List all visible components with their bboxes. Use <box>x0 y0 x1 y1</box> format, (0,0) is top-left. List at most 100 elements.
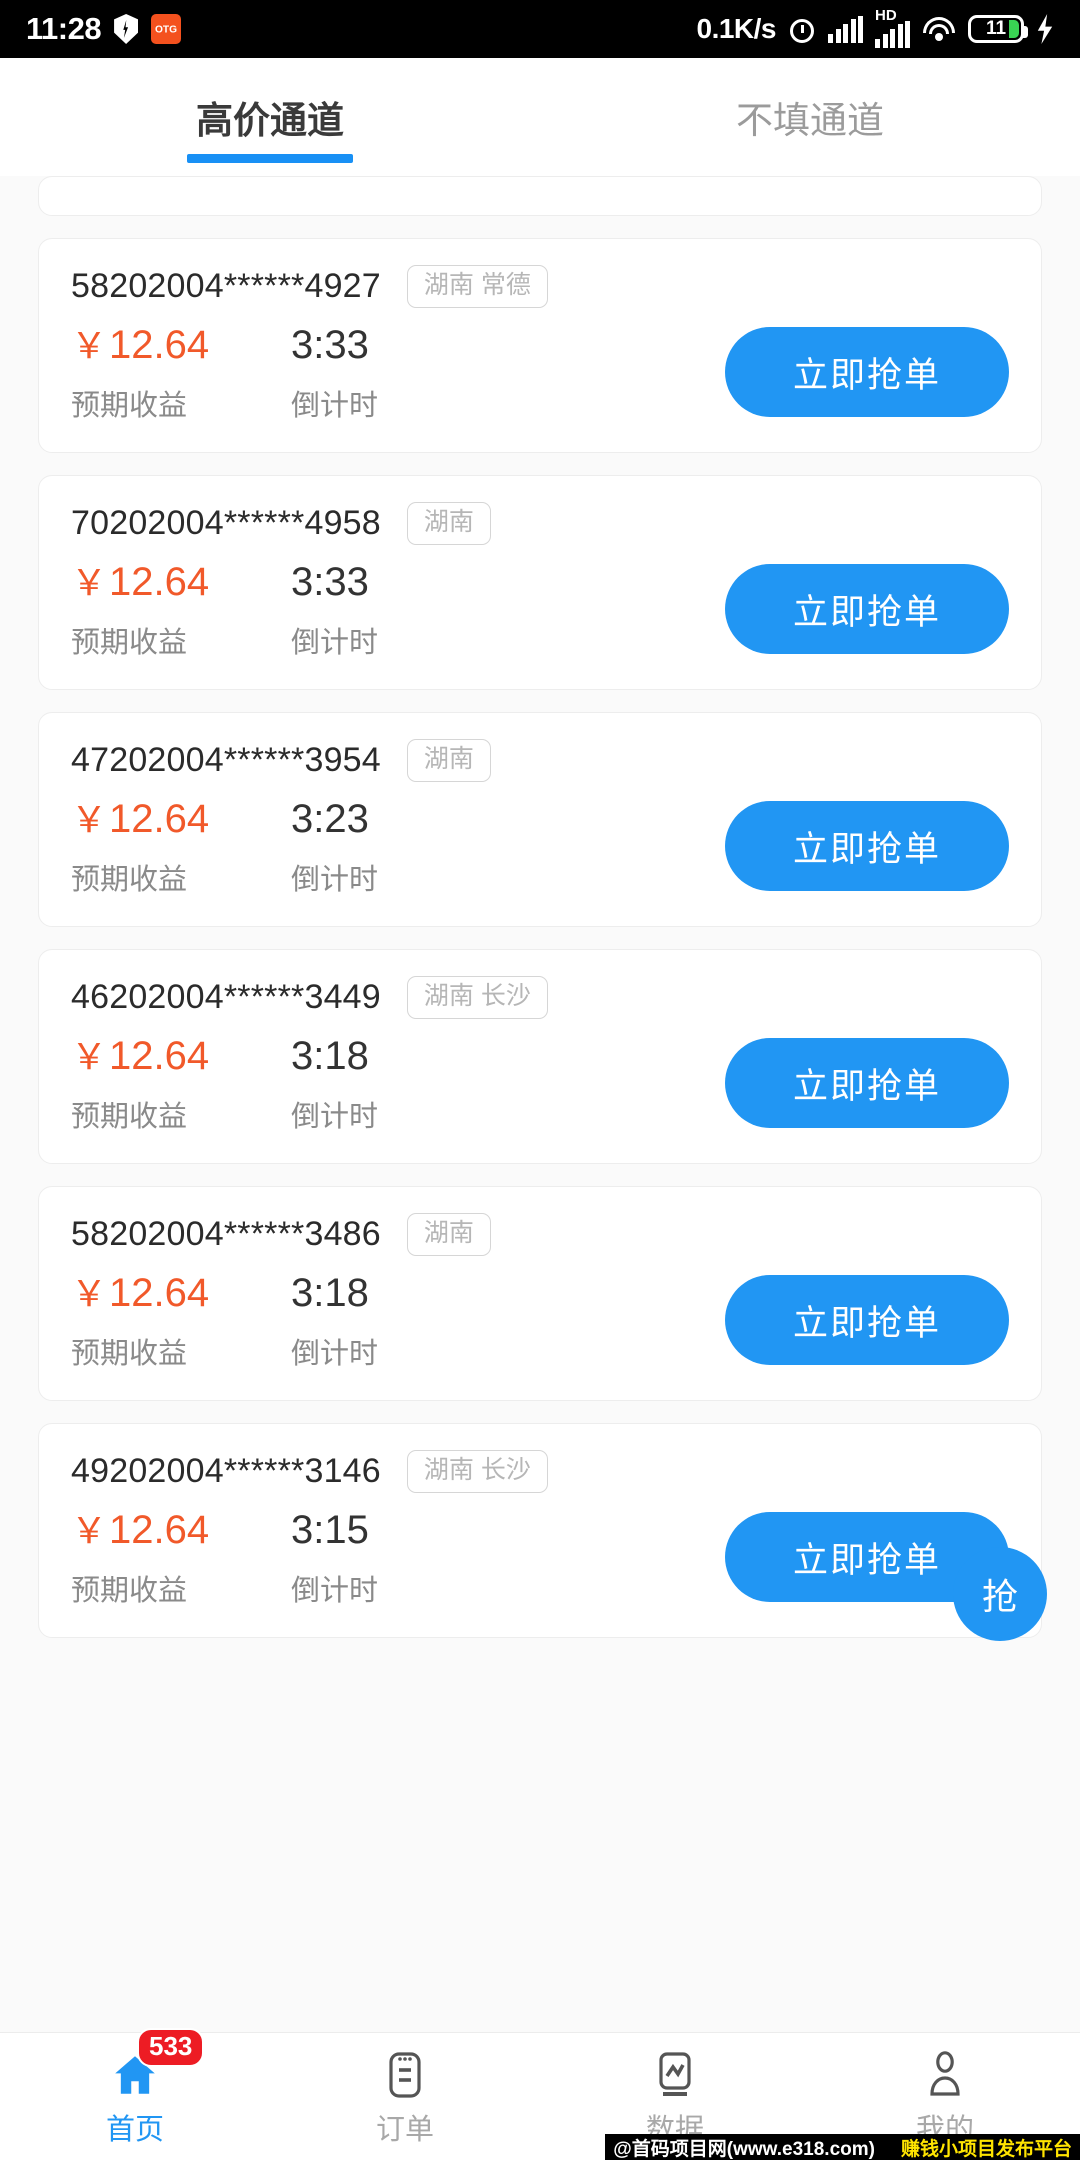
order-card-header: 58202004******3486 湖南 <box>71 1213 1009 1256</box>
currency-symbol: ￥ <box>71 1036 108 1077</box>
expected-earnings-value: ￥12.64 <box>71 320 291 370</box>
countdown-label: 倒计时 <box>291 1575 379 1607</box>
order-number: 58202004******3486 <box>71 1215 381 1253</box>
nav-label: 首页 <box>105 2113 164 2146</box>
expected-earnings-value: ￥12.64 <box>71 794 291 844</box>
countdown-column: 3:23 倒计时 <box>291 794 541 898</box>
countdown-column: 3:18 倒计时 <box>291 1031 541 1135</box>
price-amount: 12.64 <box>109 1508 210 1552</box>
countdown-label: 倒计时 <box>291 1338 379 1370</box>
tab-high-price-channel[interactable]: 高价通道 <box>0 58 540 176</box>
grab-order-button[interactable]: 立即抢单 <box>725 327 1009 417</box>
channel-tabs: 高价通道 不填通道 <box>0 58 1080 176</box>
order-card-header: 70202004******4958 湖南 <box>71 502 1009 545</box>
region-badge: 湖南 长沙 <box>406 1450 548 1493</box>
order-number: 58202004******4927 <box>71 267 381 305</box>
status-bar: 11:28 OTG 0.1K/s HD 11 <box>0 0 1080 58</box>
countdown-column: 3:33 倒计时 <box>291 557 541 661</box>
earnings-column: ￥12.64 预期收益 <box>71 794 291 898</box>
watermark-slogan: 赚钱小项目发布平台 <box>900 2138 1072 2160</box>
grab-order-button[interactable]: 立即抢单 <box>725 1275 1009 1365</box>
battery-icon: 11 <box>968 15 1028 43</box>
order-card-header: 49202004******3146 湖南 长沙 <box>71 1450 1009 1493</box>
price-amount: 12.64 <box>109 323 210 367</box>
expected-earnings-label: 预期收益 <box>71 864 188 896</box>
expected-earnings-value: ￥12.64 <box>71 1268 291 1318</box>
expected-earnings-label: 预期收益 <box>71 627 188 659</box>
order-card[interactable]: 49202004******3146 湖南 长沙 ￥12.64 预期收益 3:15 倒计时… <box>38 1423 1047 1641</box>
order-number: 47202004******3954 <box>71 741 381 779</box>
countdown-value: 3:18 <box>291 1271 369 1315</box>
countdown-value: 3:33 <box>291 323 369 367</box>
expected-earnings-label: 预期收益 <box>71 1338 188 1370</box>
signal-icon <box>828 15 863 43</box>
grab-order-button[interactable]: 立即抢单 <box>725 801 1009 891</box>
countdown-value: 3:18 <box>291 1034 369 1078</box>
earnings-column: ￥12.64 预期收益 <box>71 1505 291 1609</box>
grab-order-button[interactable]: 立即抢单 <box>725 1038 1009 1128</box>
nav-item-profile[interactable]: 我的 <box>810 2046 1080 2148</box>
order-card[interactable]: 70202004******4958 湖南 ￥12.64 预期收益 3:33 倒计时 立即抢… <box>38 475 1042 690</box>
wifi-icon <box>922 16 956 42</box>
charging-bolt-icon <box>1037 14 1053 44</box>
otg-icon: OTG <box>151 14 182 44</box>
region-badge: 湖南 长沙 <box>406 976 548 1019</box>
order-icon <box>381 2046 429 2100</box>
region-badge: 湖南 <box>406 1213 491 1256</box>
signal-hd-icon: HD <box>875 6 910 48</box>
currency-symbol: ￥ <box>71 562 108 603</box>
order-card[interactable]: 46202004******3449 湖南 长沙 ￥12.64 预期收益 3:18 倒计时… <box>38 949 1042 1164</box>
order-list[interactable]: 58202004******4927 湖南 常德 ￥12.64 预期收益 3:33 倒计时… <box>0 176 1080 2032</box>
order-card-header: 47202004******3954 湖南 <box>71 739 1009 782</box>
watermark: @首码项目网(www.e318.com) 赚钱小项目发布平台 <box>605 2134 1080 2160</box>
order-card-body: ￥12.64 预期收益 3:18 倒计时 立即抢单 <box>71 1031 1009 1135</box>
floating-grab-button[interactable]: 抢 <box>953 1547 1047 1641</box>
nav-item-home[interactable]: 533 首页 <box>0 2027 270 2148</box>
order-card[interactable]: 58202004******3486 湖南 ￥12.64 预期收益 3:18 倒计时 立即抢… <box>38 1186 1042 1401</box>
order-card-body: ￥12.64 预期收益 3:33 倒计时 立即抢单 <box>71 557 1009 661</box>
expected-earnings-label: 预期收益 <box>71 1575 188 1607</box>
watermark-site: @首码项目网(www.e318.com) <box>613 2138 875 2160</box>
countdown-label: 倒计时 <box>291 627 379 659</box>
expected-earnings-label: 预期收益 <box>71 1101 188 1133</box>
battery-level: 11 <box>985 18 1007 39</box>
nav-label: 订单 <box>375 2113 434 2146</box>
price-amount: 12.64 <box>109 560 210 604</box>
order-card-header: 46202004******3449 湖南 长沙 <box>71 976 1009 1019</box>
order-card[interactable]: 58202004******4927 湖南 常德 ￥12.64 预期收益 3:33 倒计时… <box>38 238 1042 453</box>
expected-earnings-value: ￥12.64 <box>71 1505 291 1555</box>
order-card[interactable]: 47202004******3954 湖南 ￥12.64 预期收益 3:23 倒计时 立即抢… <box>38 712 1042 927</box>
shield-icon <box>114 14 139 44</box>
countdown-value: 3:33 <box>291 560 369 604</box>
region-badge: 湖南 <box>406 502 491 545</box>
nav-item-orders[interactable]: 订单 <box>270 2046 540 2148</box>
user-icon <box>921 2046 969 2100</box>
network-speed-label: 0.1K/s <box>696 13 777 44</box>
nav-item-data[interactable]: 数据 <box>540 2046 810 2148</box>
currency-symbol: ￥ <box>71 1510 108 1551</box>
tab-no-fill-channel[interactable]: 不填通道 <box>540 58 1080 176</box>
countdown-column: 3:33 倒计时 <box>291 320 541 424</box>
price-amount: 12.64 <box>109 1034 210 1078</box>
order-card-partial[interactable] <box>38 176 1042 216</box>
price-amount: 12.64 <box>109 1271 210 1315</box>
tab-label: 不填通道 <box>736 100 884 141</box>
expected-earnings-label: 预期收益 <box>71 390 188 422</box>
order-card-body: ￥12.64 预期收益 3:23 倒计时 立即抢单 <box>71 794 1009 898</box>
grab-order-button[interactable]: 立即抢单 <box>725 564 1009 654</box>
currency-symbol: ￥ <box>71 1273 108 1314</box>
order-card-body: ￥12.64 预期收益 3:33 倒计时 立即抢单 <box>71 320 1009 424</box>
countdown-label: 倒计时 <box>291 1101 379 1133</box>
order-card-body: ￥12.64 预期收益 3:15 倒计时 立即抢单 <box>71 1505 1009 1609</box>
home-icon: 533 <box>109 2027 205 2100</box>
expected-earnings-value: ￥12.64 <box>71 1031 291 1081</box>
order-number: 49202004******3146 <box>71 1452 381 1490</box>
countdown-value: 3:15 <box>291 1508 369 1552</box>
hd-label: HD <box>875 6 897 24</box>
order-card-header: 58202004******4927 湖南 常德 <box>71 265 1009 308</box>
price-amount: 12.64 <box>109 797 210 841</box>
expected-earnings-value: ￥12.64 <box>71 557 291 607</box>
tab-active-indicator <box>187 154 353 163</box>
order-number: 70202004******4958 <box>71 504 381 542</box>
alarm-icon <box>788 15 816 43</box>
